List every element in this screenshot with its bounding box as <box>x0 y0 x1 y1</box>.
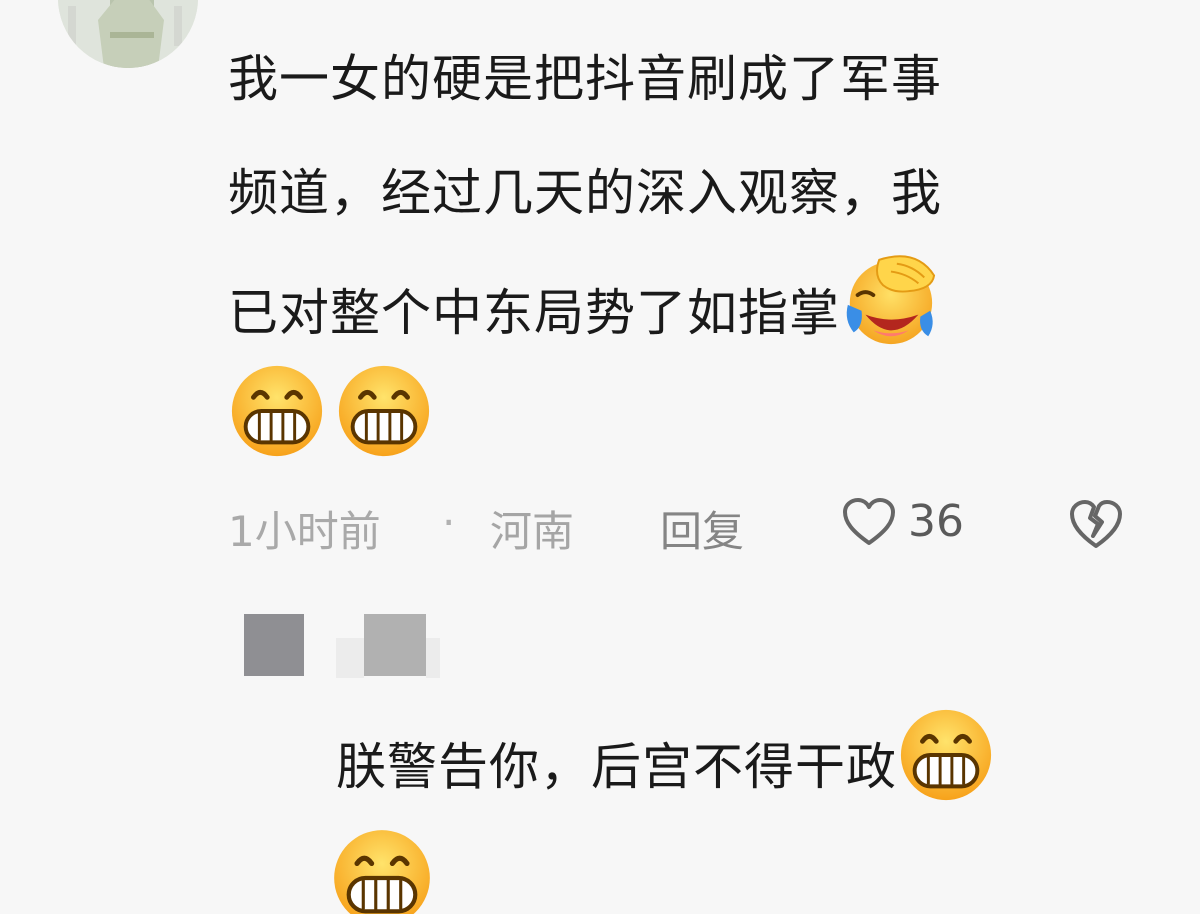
comment-emoji-row <box>228 362 437 460</box>
pixel-block <box>336 638 364 678</box>
heart-outline-icon <box>843 497 895 545</box>
comment-text: 我一女的硬是把抖音刷成了军事 频道，经过几天的深入观察，我 已对整个中东局势了如… <box>228 22 1138 388</box>
comment-screen: 我一女的硬是把抖音刷成了军事 频道，经过几天的深入观察，我 已对整个中东局势了如… <box>0 0 1200 914</box>
broken-heart-icon <box>1070 500 1122 548</box>
comment-line: 我一女的硬是把抖音刷成了军事 <box>228 50 942 108</box>
pixel-block <box>426 638 440 678</box>
pixel-block <box>244 614 304 676</box>
like-button[interactable]: 36 <box>842 496 964 547</box>
grin-emoji-icon <box>335 365 433 464</box>
comment-meta-row: 1小时前 · 河南 回复 36 <box>228 490 1168 560</box>
comment-line: 已对整个中东局势了如指掌 <box>228 284 840 342</box>
comment-line: 频道，经过几天的深入观察，我 <box>228 164 942 222</box>
reply-button[interactable]: 回复 <box>660 498 744 559</box>
reply-text: 朕警告你，后宫不得干政 <box>336 706 1136 837</box>
facepalm-laugh-emoji-icon <box>840 250 938 388</box>
avatar-photo-icon <box>58 0 198 68</box>
comment-location: 河南 <box>490 507 575 556</box>
grin-emoji-icon <box>897 706 995 837</box>
dislike-button[interactable] <box>1068 498 1124 560</box>
meta-separator: · <box>442 498 456 547</box>
comment-time: 1小时前 <box>228 507 381 556</box>
reply-emoji-row <box>330 826 434 914</box>
grin-emoji-icon <box>228 365 331 464</box>
pixel-block <box>364 614 426 676</box>
avatar[interactable] <box>58 0 198 68</box>
reply-line: 朕警告你，后宫不得干政 <box>336 738 897 796</box>
like-count: 36 <box>908 496 964 547</box>
